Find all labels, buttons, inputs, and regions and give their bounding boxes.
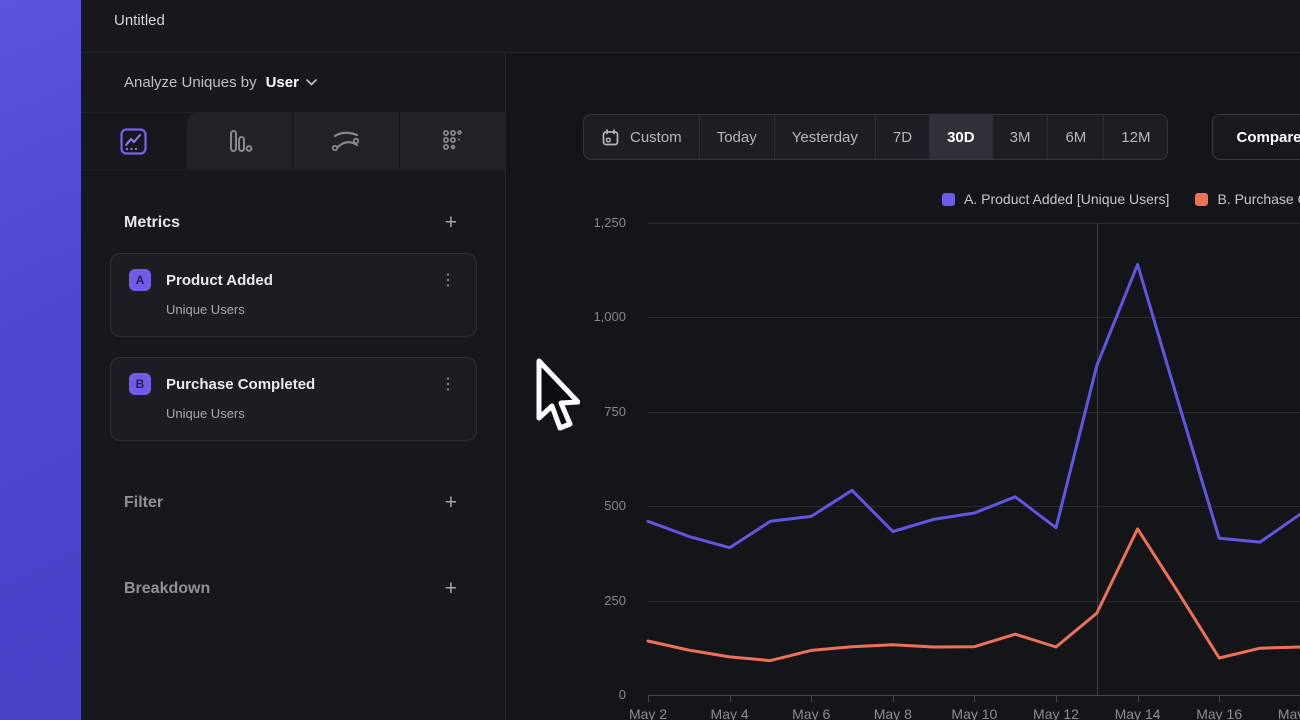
bar-chart-icon [225, 127, 253, 155]
range-button-label: 12M [1121, 129, 1150, 146]
range-button-custom[interactable]: Custom [584, 115, 699, 159]
range-button-label: Today [717, 129, 757, 146]
range-button-3m[interactable]: 3M [992, 115, 1048, 159]
metric-subtitle: Unique Users [166, 406, 459, 421]
breakdown-title: Breakdown [124, 580, 210, 598]
date-range-toolbar: Custom Today Yesterday 7D 30D 3M 6M 12M [583, 114, 1168, 160]
tab-bar-chart[interactable] [187, 113, 293, 169]
tab-retention-grid[interactable] [399, 113, 506, 169]
range-button-label: 7D [893, 129, 912, 146]
tab-flow[interactable] [292, 113, 399, 169]
metric-list: AProduct Added⋮Unique UsersBPurchase Com… [81, 253, 505, 441]
range-button-7d[interactable]: 7D [875, 115, 929, 159]
chevron-down-icon[interactable] [306, 79, 317, 86]
report-title[interactable]: Untitled [81, 0, 1300, 42]
page-background-gradient [0, 0, 81, 720]
chart-type-tabs [81, 113, 505, 170]
calendar-icon [601, 128, 620, 147]
metric-subtitle: Unique Users [166, 302, 459, 317]
range-button-6m[interactable]: 6M [1047, 115, 1103, 159]
add-metric-button[interactable]: + [445, 213, 457, 233]
chart-legend: A. Product Added [Unique Users] B. Purcha… [942, 191, 1300, 207]
legend-item[interactable]: B. Purchase Completed [Unique Users] [1195, 191, 1300, 207]
legend-swatch-icon [942, 193, 955, 206]
query-sidebar: Analyze Uniques by User [81, 53, 506, 720]
metric-card[interactable]: B Purchase Completed⋮ Unique Users [110, 357, 477, 441]
range-button-label: Yesterday [792, 129, 858, 146]
analytics-app-panel: Untitled Analyze Uniques by User [81, 0, 1300, 720]
range-button-label: Custom [630, 129, 682, 146]
legend-item[interactable]: A. Product Added [Unique Users] [942, 191, 1169, 207]
grid-dots-icon [438, 127, 466, 155]
range-button-yesterday[interactable]: Yesterday [774, 115, 875, 159]
metric-name: Product Added [166, 272, 437, 289]
range-button-30d[interactable]: 30D [929, 115, 992, 159]
topbar: Untitled [81, 0, 1300, 53]
series-line[interactable] [648, 265, 1300, 548]
range-button-label: 3M [1010, 129, 1031, 146]
kebab-menu-icon[interactable]: ⋮ [437, 374, 459, 394]
filter-section-header: Filter + [81, 493, 505, 513]
flow-icon [331, 128, 361, 154]
legend-label: B. Purchase Completed [Unique Users] [1217, 191, 1300, 207]
metric-badge: A [129, 269, 151, 291]
metrics-section-header: Metrics + [81, 213, 505, 233]
kebab-menu-icon[interactable]: ⋮ [437, 270, 459, 290]
series-line[interactable] [648, 529, 1300, 661]
mouse-cursor [530, 356, 580, 440]
metrics-title: Metrics [124, 214, 180, 232]
analyze-uniques-row: Analyze Uniques by User [81, 53, 505, 113]
chart-panel: 02505007501,0001,250May 2May 4May 6May 8… [506, 53, 1300, 720]
breakdown-section-header: Breakdown + [81, 579, 505, 599]
filter-title: Filter [124, 494, 163, 512]
add-breakdown-button[interactable]: + [445, 579, 457, 599]
range-button-today[interactable]: Today [699, 115, 774, 159]
add-filter-button[interactable]: + [445, 493, 457, 513]
analyze-entity-dropdown[interactable]: User [266, 74, 299, 91]
compare-button[interactable]: Compare [1212, 114, 1300, 160]
range-button-label: 30D [947, 129, 975, 146]
legend-label: A. Product Added [Unique Users] [964, 191, 1169, 207]
line-chart-icon [120, 128, 147, 155]
metric-badge: B [129, 373, 151, 395]
metric-card[interactable]: A Product Added⋮ Unique Users [110, 253, 477, 337]
range-button-label: 6M [1065, 129, 1086, 146]
analyze-label: Analyze Uniques by [124, 74, 257, 91]
app-window: Untitled Analyze Uniques by User [0, 0, 1300, 720]
tab-line-chart[interactable] [81, 113, 187, 169]
legend-swatch-icon [1195, 193, 1208, 206]
range-button-12m[interactable]: 12M [1103, 115, 1167, 159]
metric-name: Purchase Completed [166, 376, 437, 393]
